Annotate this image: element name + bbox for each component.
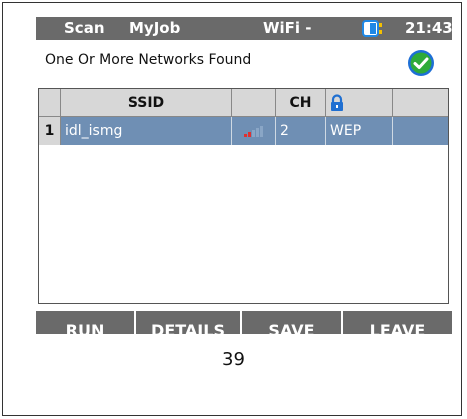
extra-cell bbox=[393, 117, 448, 145]
run-button[interactable]: RUN bbox=[36, 311, 136, 334]
status-banner: One Or More Networks Found bbox=[36, 40, 452, 82]
row-number: 1 bbox=[39, 117, 61, 145]
check-circle-icon bbox=[408, 50, 434, 76]
details-button[interactable]: DETAILS bbox=[136, 311, 242, 334]
signal-strength-icon bbox=[243, 126, 263, 137]
channel-column-header[interactable]: CH bbox=[276, 89, 326, 117]
signal-column-header[interactable] bbox=[232, 89, 276, 117]
battery-icon bbox=[362, 20, 382, 37]
leave-button[interactable]: LEAVE bbox=[343, 311, 452, 334]
status-bar: Scan MyJob WiFi - 21:43 bbox=[36, 17, 452, 40]
channel-cell: 2 bbox=[276, 117, 326, 145]
clock-label: 21:43 bbox=[405, 19, 452, 37]
lock-icon bbox=[331, 93, 343, 111]
extra-column-header bbox=[393, 89, 448, 117]
ssid-cell[interactable]: idl_ismg bbox=[61, 117, 232, 145]
device-screen: Scan MyJob WiFi - 21:43 One Or More Netw… bbox=[36, 17, 452, 334]
button-bar: RUN DETAILS SAVE LEAVE bbox=[36, 311, 452, 334]
table-row[interactable]: 1 idl_ismg 2 WEP bbox=[39, 117, 448, 145]
page-number: 39 bbox=[222, 349, 245, 370]
networks-table: SSID CH 1 idl_ismg 2 WEP bbox=[38, 88, 449, 304]
row-number-header bbox=[39, 89, 61, 117]
save-button[interactable]: SAVE bbox=[242, 311, 343, 334]
mode-label[interactable]: Scan bbox=[64, 19, 105, 37]
security-column-header[interactable] bbox=[326, 89, 393, 117]
job-label[interactable]: MyJob bbox=[129, 19, 180, 37]
banner-message: One Or More Networks Found bbox=[45, 52, 252, 68]
signal-cell bbox=[232, 117, 276, 145]
ssid-column-header[interactable]: SSID bbox=[61, 89, 232, 117]
connection-label[interactable]: WiFi - bbox=[263, 19, 312, 37]
security-cell: WEP bbox=[326, 117, 393, 145]
